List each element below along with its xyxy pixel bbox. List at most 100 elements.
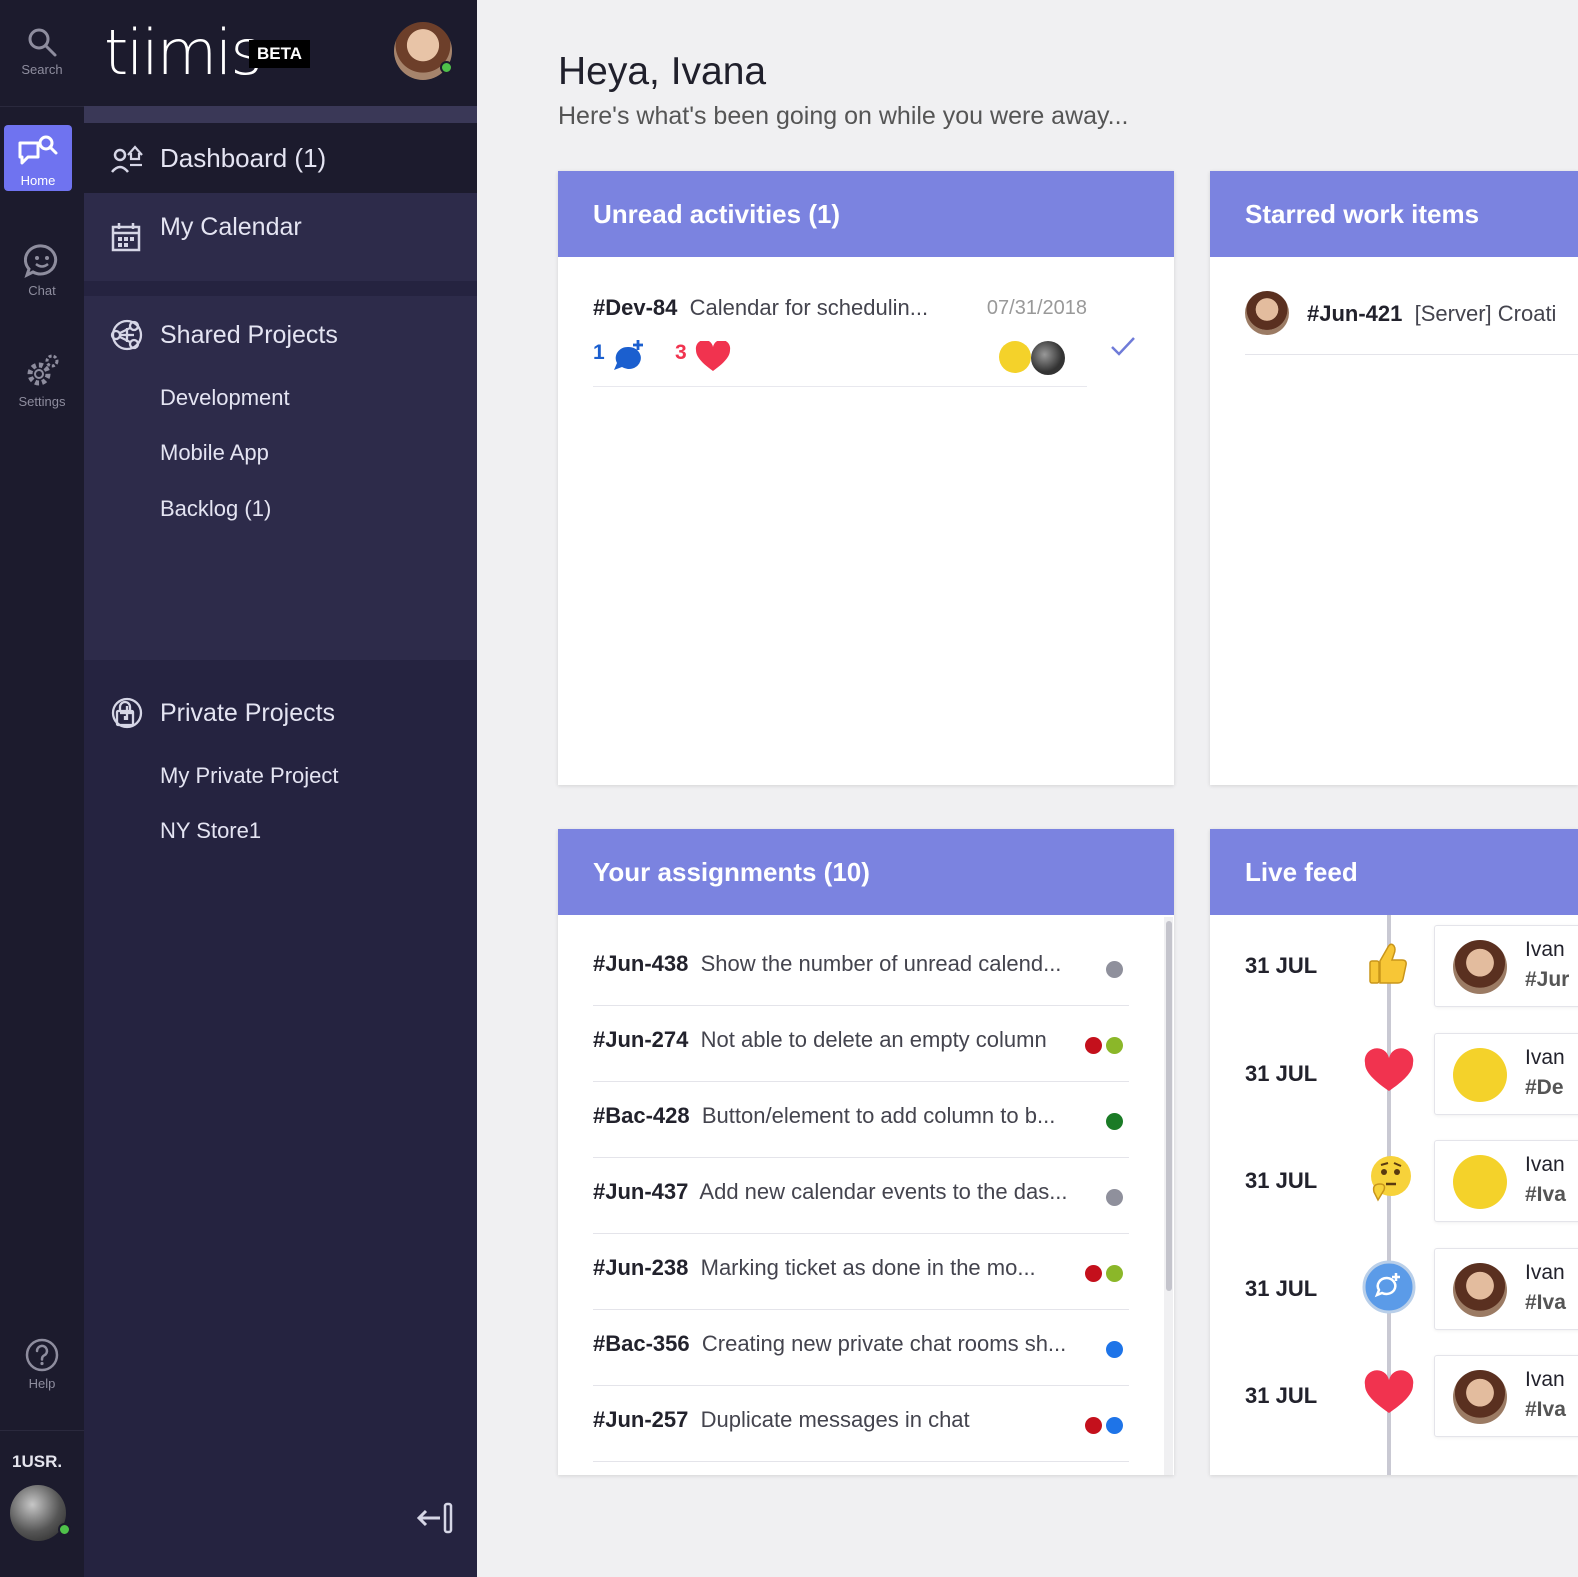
shared-projects-header[interactable]: Shared Projects [84,300,477,370]
scrollbar-thumb[interactable] [1166,921,1172,1291]
starred-item-title: #Jun-421 [Server] Croati [1307,301,1556,327]
assignment-row[interactable]: #Jun-438 Show the number of unread calen… [593,929,1129,1006]
rail-divider [0,106,84,107]
label-dots [1085,1037,1123,1054]
label-dots [1106,1341,1123,1358]
feed-date: 31 JUL [1245,1060,1318,1086]
add-comment-icon [1362,1260,1416,1314]
project-link-mobile-app[interactable]: Mobile App [160,440,269,466]
project-link-my-private-project[interactable]: My Private Project [160,763,339,789]
calendar-icon [111,223,141,252]
feed-ticket-ref: #De [1525,1075,1564,1099]
feed-avatar [1453,1370,1507,1424]
feed-date: 31 JUL [1245,953,1318,978]
ticket-text: Duplicate messages in chat [700,1407,970,1432]
rail-chat[interactable]: Chat [0,243,84,298]
mark-read-check-icon[interactable] [1110,335,1136,357]
label-dots [1085,1265,1123,1282]
rail-search-label: Search [21,62,63,77]
assignment-row[interactable]: #Jun-257 Duplicate messages in chat [593,1385,1129,1462]
sidebar-item-label: Dashboard (1) [160,142,327,173]
heart-icon [695,341,731,371]
feed-entry[interactable]: Ivan #Iva [1434,1140,1578,1222]
feed-user-name: Ivan [1525,1045,1565,1069]
rail-search[interactable]: Search [0,26,84,77]
ticket-text: Not able to delete an empty column [700,1027,1047,1052]
feed-date: 31 JUL [1245,1383,1318,1408]
feed-avatar [1453,1155,1507,1209]
project-link-development[interactable]: Development [160,385,290,411]
feed-date: 31 JUL [1245,1275,1318,1301]
beta-badge: BETA [249,40,311,68]
label-dot [1106,1417,1123,1434]
starred-item[interactable]: #Jun-421 [Server] Croati [1245,287,1578,355]
like-count: 3 [675,341,687,364]
chat-icon [24,244,58,278]
shared-projects-title: Shared Projects [160,320,338,349]
assignment-row[interactable]: #Jun-437 Add new calendar events to the … [593,1157,1129,1234]
unread-activity-item[interactable]: #Dev-84 Calendar for schedulin... 07/31/… [593,291,1087,387]
assignment-row[interactable]: #Bac-428 Button/element to add column to… [593,1081,1129,1158]
feed-entry[interactable]: Ivan #Jur [1434,925,1578,1007]
private-projects-title: Private Projects [160,698,336,727]
label-dot [1106,961,1123,978]
label-dot [1106,1113,1123,1130]
app-logo[interactable]: tiimis [104,22,263,84]
assignment-row[interactable]: #Bac-356 Creating new private chat rooms… [593,1309,1129,1386]
assignment-row[interactable]: #Jun-274 Not able to delete an empty col… [593,1005,1129,1082]
user-avatar[interactable] [10,1485,66,1541]
card-title: Starred work items [1210,171,1578,257]
sidebar-item-calendar[interactable]: My Calendar [84,193,477,281]
feed-user-name: Ivan [1525,938,1565,961]
add-private-project-icon[interactable] [110,696,144,730]
page-subtitle: Here's what's been going on while you we… [558,102,1129,130]
dashboard-icon [111,145,143,173]
assignment-row[interactable]: #Jun-238 Marking ticket as done in the m… [593,1233,1129,1310]
participant-avatar [999,341,1031,373]
private-projects-header[interactable]: Private Projects [84,678,477,748]
activity-date: 07/31/2018 [986,297,1087,319]
participant-avatar [1031,341,1065,375]
thumbs-up-icon [1362,937,1416,991]
feed-entry[interactable]: Ivan #Iva [1434,1247,1578,1330]
project-link-backlog[interactable]: Backlog (1) [160,496,271,522]
ticket-text: Marking ticket as done in the mo... [700,1255,1036,1280]
feed-entry[interactable]: Ivan #Iva [1434,1355,1578,1437]
heart-icon [1362,1045,1416,1099]
project-link-ny-store1[interactable]: NY Store1 [160,818,261,844]
card-title: Unread activities (1) [558,171,1174,257]
label-dot [1106,1189,1123,1206]
assignment-title: #Jun-438 Show the number of unread calen… [593,951,1061,977]
card-title: Live feed [1210,829,1578,915]
online-status-icon [440,61,453,74]
label-dot [1106,1265,1123,1282]
ticket-text: Button/element to add column to b... [701,1103,1056,1128]
rail-help[interactable]: Help [0,1338,84,1391]
ticket-id: #Bac-356 [593,1331,690,1356]
feed-avatar [1453,940,1507,994]
rail-settings[interactable]: Settings [0,352,84,409]
settings-gear-icon [27,354,59,386]
assignment-title: #Jun-437 Add new calendar events to the … [593,1179,1068,1205]
sidebar-item-dashboard[interactable]: Dashboard (1) [84,123,477,193]
feed-entry[interactable]: Ivan #De [1434,1032,1578,1115]
assignment-title: #Jun-274 Not able to delete an empty col… [593,1027,1047,1053]
ticket-text: Show the number of unread calend... [700,951,1062,976]
sidebar-separator [84,106,477,123]
comment-count: 1 [593,341,605,364]
assignment-title: #Bac-356 Creating new private chat rooms… [593,1331,1066,1357]
assignee-avatar [1245,291,1289,335]
heart-icon [1362,1367,1416,1421]
collapse-sidebar-icon[interactable] [416,1500,456,1536]
ticket-id: #Dev-84 [593,295,678,320]
label-dot [1106,1341,1123,1358]
label-dots [1085,1417,1123,1434]
rail-home[interactable]: Home [4,125,72,191]
feed-avatar [1453,1047,1507,1102]
feed-ticket-ref: #Iva [1525,1183,1566,1206]
add-shared-project-icon[interactable] [110,318,144,352]
ticket-id: #Jun-438 [593,951,689,976]
ticket-id: #Jun-257 [593,1407,689,1432]
label-dot [1085,1417,1102,1434]
ticket-id: #Jun-437 [593,1179,689,1204]
